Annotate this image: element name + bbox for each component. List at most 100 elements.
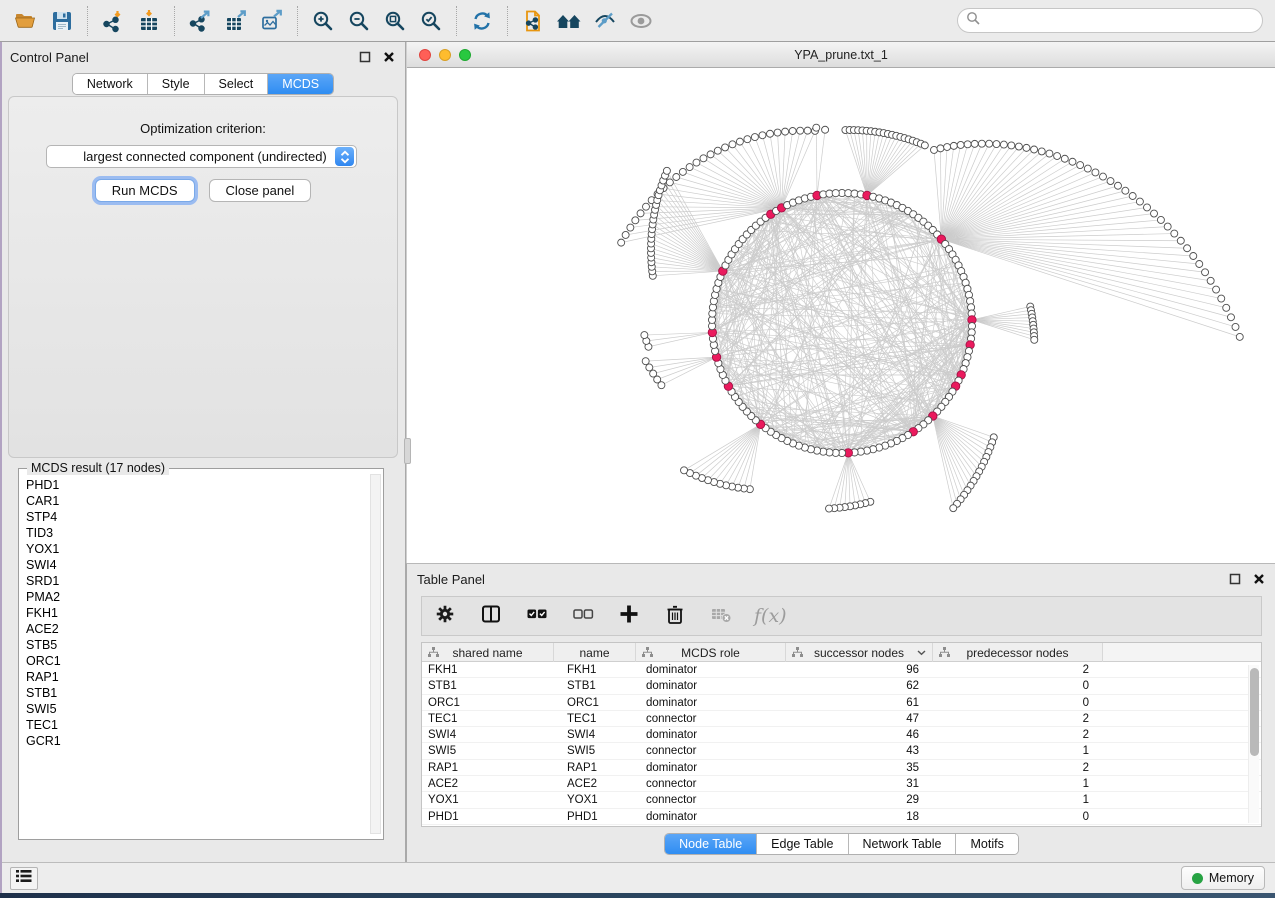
network-node[interactable]	[1008, 142, 1015, 149]
table-row[interactable]: SWI5SWI5connector431	[422, 743, 1261, 759]
close-window-icon[interactable]	[419, 49, 431, 61]
tab-mcds[interactable]: MCDS	[268, 74, 333, 94]
open-button[interactable]	[8, 4, 44, 38]
table-row[interactable]: TEC1TEC1connector472	[422, 711, 1261, 727]
table-cell[interactable]: 2	[933, 711, 1103, 726]
table-cell[interactable]: 1	[933, 776, 1103, 791]
run-mcds-button[interactable]: Run MCDS	[95, 179, 195, 202]
table-cell[interactable]: 61	[786, 695, 933, 710]
column-header-shared-name[interactable]: shared name	[422, 643, 554, 662]
table-cell[interactable]: ORC1	[554, 695, 636, 710]
network-node[interactable]	[832, 190, 839, 197]
table-row[interactable]: ACE2ACE2connector311	[422, 776, 1261, 792]
float-panel-button[interactable]	[357, 49, 373, 65]
network-node[interactable]	[1092, 169, 1099, 176]
table-cell[interactable]: dominator	[636, 809, 786, 824]
search-field[interactable]	[957, 8, 1263, 33]
table-cell[interactable]: STB1	[554, 678, 636, 693]
network-node[interactable]	[804, 127, 811, 134]
network-node[interactable]	[1031, 146, 1038, 153]
column-header-predecessor-nodes[interactable]: predecessor nodes	[933, 643, 1103, 662]
network-node[interactable]	[693, 159, 700, 166]
table-cell[interactable]: 62	[786, 678, 933, 693]
table-cell[interactable]: connector	[636, 743, 786, 758]
network-node[interactable]	[666, 179, 673, 186]
network-node[interactable]	[1164, 223, 1171, 230]
table-cell[interactable]: dominator	[636, 678, 786, 693]
function-builder-button[interactable]: f(x)	[754, 605, 787, 627]
table-settings-button[interactable]	[432, 603, 458, 629]
network-node[interactable]	[1084, 165, 1091, 172]
zoom-fit-button[interactable]	[377, 4, 413, 38]
scrollbar-thumb[interactable]	[1250, 668, 1259, 756]
network-node[interactable]	[944, 144, 951, 151]
network-node[interactable]	[1038, 148, 1045, 155]
network-node[interactable]	[627, 224, 634, 231]
network-node[interactable]	[1196, 261, 1203, 268]
mcds-result-item[interactable]: FKH1	[21, 605, 368, 621]
delete-table-button[interactable]	[708, 603, 734, 629]
splitter-handle[interactable]	[404, 438, 411, 464]
network-node[interactable]	[1099, 173, 1106, 180]
network-node[interactable]	[1223, 304, 1230, 311]
table-cell[interactable]: 96	[786, 662, 933, 677]
table-cell[interactable]: connector	[636, 711, 786, 726]
tab-select[interactable]: Select	[205, 74, 269, 94]
network-node[interactable]	[1236, 333, 1243, 340]
zoom-selected-button[interactable]	[413, 4, 449, 38]
task-history-button[interactable]	[10, 867, 38, 890]
table-cell[interactable]: 47	[786, 711, 933, 726]
table-cell[interactable]: dominator	[636, 760, 786, 775]
memory-button[interactable]: Memory	[1181, 866, 1265, 890]
network-node[interactable]	[663, 167, 670, 174]
network-node[interactable]	[729, 141, 736, 148]
show-details-button[interactable]	[623, 4, 659, 38]
export-image-button[interactable]	[254, 4, 290, 38]
network-node[interactable]	[686, 164, 693, 171]
network-node[interactable]	[1177, 237, 1184, 244]
mcds-result-item[interactable]: SWI4	[21, 557, 368, 573]
table-cell[interactable]: 35	[786, 760, 933, 775]
column-header-MCDS-role[interactable]: MCDS role	[636, 643, 786, 662]
network-node[interactable]	[759, 132, 766, 139]
network-node[interactable]	[722, 144, 729, 151]
network-node[interactable]	[1144, 204, 1151, 211]
table-cell[interactable]: ACE2	[422, 776, 554, 791]
mcds-result-item[interactable]: CAR1	[21, 493, 368, 509]
network-node[interactable]	[618, 239, 625, 246]
table-cell[interactable]: 1	[933, 792, 1103, 807]
network-node[interactable]	[993, 141, 1000, 148]
network-node[interactable]	[707, 151, 714, 158]
table-row[interactable]: SWI4SWI4dominator462	[422, 727, 1261, 743]
network-node[interactable]	[679, 168, 686, 175]
mcds-result-item[interactable]: ORC1	[21, 653, 368, 669]
save-button[interactable]	[44, 4, 80, 38]
table-cell[interactable]: 2	[933, 662, 1103, 677]
table-cell[interactable]: dominator	[636, 727, 786, 742]
network-file-button[interactable]	[515, 4, 551, 38]
add-column-button[interactable]	[616, 603, 642, 629]
import-table-button[interactable]	[131, 4, 167, 38]
optimization-criterion-select[interactable]: largest connected component (undirected)	[46, 145, 357, 168]
mcds-result-item[interactable]: SWI5	[21, 701, 368, 717]
network-node[interactable]	[1207, 277, 1214, 284]
network-node[interactable]	[714, 147, 721, 154]
zoom-out-button[interactable]	[341, 4, 377, 38]
table-cell[interactable]: connector	[636, 792, 786, 807]
network-node[interactable]	[971, 140, 978, 147]
mcds-result-item[interactable]: TEC1	[21, 717, 368, 733]
table-cell[interactable]: 2	[933, 727, 1103, 742]
network-node[interactable]	[1054, 153, 1061, 160]
network-node[interactable]	[1107, 178, 1114, 185]
network-node[interactable]	[1151, 210, 1158, 217]
table-cell[interactable]: PHD1	[554, 809, 636, 824]
network-node[interactable]	[931, 146, 938, 153]
tab-motifs[interactable]: Motifs	[956, 834, 1017, 854]
network-node[interactable]	[1077, 162, 1084, 169]
table-row[interactable]: PHD1PHD1dominator180	[422, 809, 1261, 825]
network-node[interactable]	[1000, 141, 1007, 148]
column-header-name[interactable]: name	[554, 643, 636, 662]
network-canvas[interactable]	[407, 68, 1275, 563]
close-panel-button[interactable]	[381, 49, 397, 65]
table-row[interactable]: YOX1YOX1connector291	[422, 792, 1261, 808]
